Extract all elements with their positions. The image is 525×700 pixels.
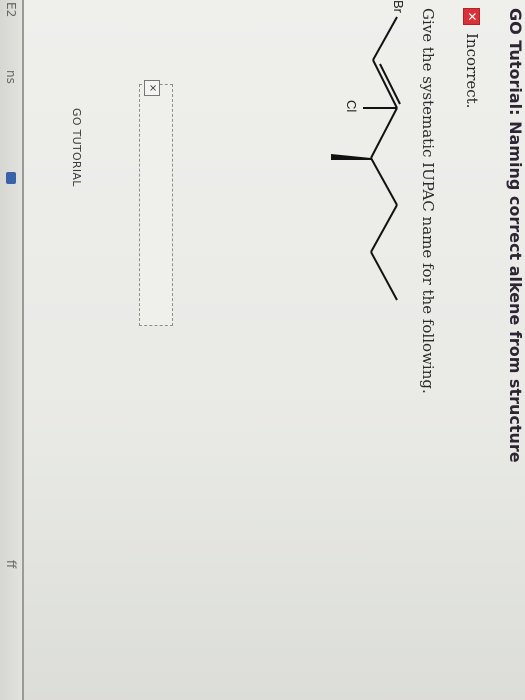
bond-c3-c4	[370, 157, 398, 206]
double-bond-outer	[372, 59, 398, 109]
bond-c2-c3	[370, 107, 398, 159]
edge-label-mid: ns	[4, 70, 18, 84]
bond-c5-c6	[370, 251, 398, 301]
status-text: Incorrect.	[463, 33, 481, 109]
clear-answer-button[interactable]: ×	[144, 80, 160, 96]
x-mark-icon: ✕	[463, 8, 481, 25]
go-tutorial-link[interactable]: GO TUTORIAL	[70, 108, 83, 187]
molecule-structure: Br Cl	[331, 0, 406, 301]
page-title: GO Tutorial: Naming correct alkene from …	[506, 8, 525, 463]
adjacent-window-strip: E2 ns ff	[0, 0, 23, 700]
edge-label-bottom: ff	[4, 560, 18, 569]
bond-c4-c5	[370, 204, 398, 253]
tab-icon[interactable]	[6, 172, 16, 184]
answer-input[interactable]	[139, 84, 173, 326]
edge-label-top: E2	[4, 2, 18, 18]
bond-br-c1	[372, 16, 398, 61]
wedge-bond-methyl	[331, 154, 371, 160]
question-prompt: Give the systematic IUPAC name for the f…	[419, 8, 437, 394]
feedback-status: ✕ Incorrect.	[461, 8, 483, 108]
atom-label-cl: Cl	[344, 100, 359, 112]
rotated-content: GO Tutorial: Naming correct alkene from …	[24, 0, 525, 700]
double-bond-inner	[379, 63, 401, 105]
atom-label-br: Br	[391, 0, 406, 14]
